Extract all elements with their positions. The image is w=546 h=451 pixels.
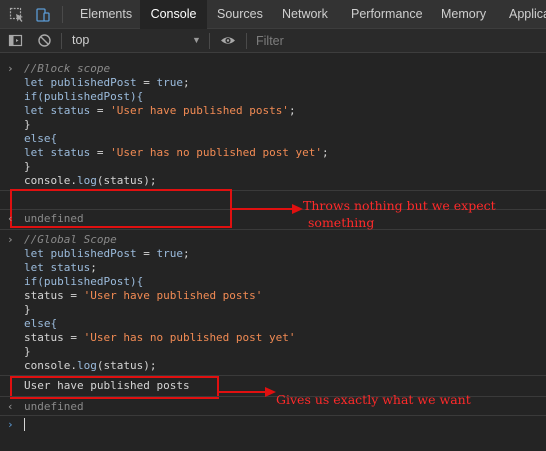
filterbar-separator (209, 33, 210, 49)
annotation-text: something (308, 215, 375, 230)
code-line: if(publishedPost){ (24, 275, 144, 288)
devtools-tabbar: Elements Console Sources Network Perform… (0, 0, 546, 29)
code-line: let status = 'User have published posts'… (24, 104, 296, 117)
toolbar-separator (62, 6, 63, 23)
return-value: undefined (24, 212, 84, 225)
caret-down-icon[interactable]: ▼ (192, 35, 201, 45)
tab-performance[interactable]: Performance (351, 0, 423, 29)
tab-memory[interactable]: Memory (441, 0, 486, 29)
code-line: let publishedPost = true; (24, 247, 190, 260)
tab-sources[interactable]: Sources (217, 0, 263, 29)
return-value: undefined (24, 400, 84, 413)
clear-console-icon[interactable] (37, 33, 52, 48)
code-line: else{ (24, 317, 58, 330)
input-prompt-icon: › (7, 233, 14, 246)
filterbar-separator (246, 33, 247, 49)
result-arrow-icon: ‹ (7, 400, 14, 413)
code-line: status = 'User has no published post yet… (24, 331, 296, 344)
live-expression-eye-icon[interactable] (220, 33, 235, 48)
code-line: console.log(status); (24, 174, 157, 187)
code-line: let publishedPost = true; (24, 76, 190, 89)
code-line: if(publishedPost){ (24, 90, 144, 103)
console-input-prompt-icon: › (7, 418, 14, 431)
code-line: else{ (24, 132, 58, 145)
console-input-caret[interactable] (24, 418, 25, 431)
filter-input[interactable] (252, 32, 546, 49)
annotation-arrow-icon (232, 204, 303, 214)
code-line: //Block scope (24, 62, 111, 75)
code-line: } (24, 118, 31, 131)
console-filterbar: top ▼ (0, 29, 546, 53)
tab-console[interactable]: Console (140, 0, 207, 29)
sidebar-toggle-icon[interactable] (8, 33, 23, 48)
tab-network[interactable]: Network (282, 0, 328, 29)
context-selector[interactable]: top (72, 33, 89, 47)
code-line: } (24, 160, 31, 173)
result-arrow-icon: ‹ (7, 212, 14, 225)
code-line: //Global Scope (24, 233, 117, 246)
code-line: } (24, 303, 31, 316)
tab-application[interactable]: Applica (509, 0, 546, 29)
input-prompt-icon: › (7, 62, 14, 75)
code-line: let status = 'User has no published post… (24, 146, 329, 159)
annotation-arrow-icon (219, 387, 276, 397)
annotation-text: Throws nothing but we expect (303, 198, 496, 213)
inspect-element-icon[interactable] (9, 7, 25, 23)
device-toolbar-icon[interactable] (35, 7, 51, 23)
tab-elements[interactable]: Elements (80, 0, 132, 29)
console-divider (0, 415, 546, 416)
code-line: console.log(status); (24, 359, 157, 372)
console-divider (0, 229, 546, 230)
filterbar-separator (61, 33, 62, 49)
code-line: status = 'User have published posts' (24, 289, 263, 302)
code-line: let status; (24, 261, 97, 274)
annotation-text: Gives us exactly what we want (276, 392, 471, 407)
code-line: } (24, 345, 31, 358)
